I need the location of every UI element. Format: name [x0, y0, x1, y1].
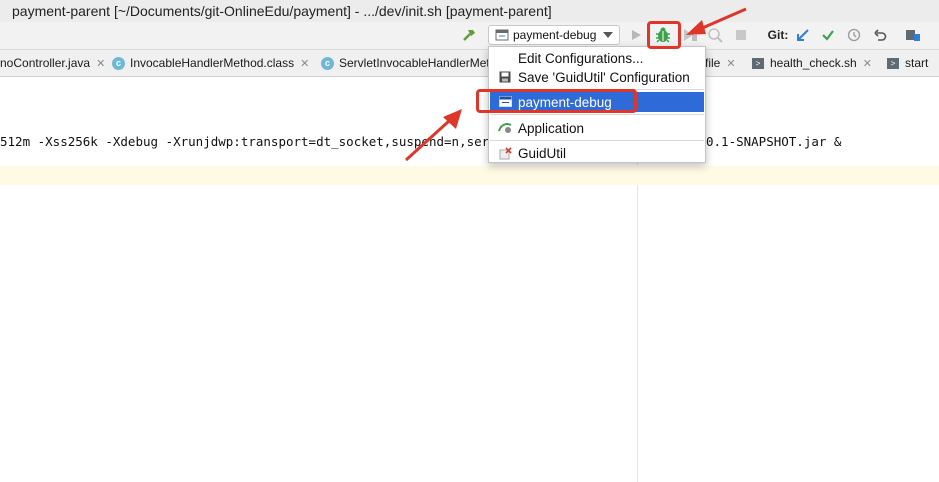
annotation-arrows: [404, 7, 747, 162]
arrow-to-debug: [686, 7, 747, 35]
arrow-to-payment-debug: [404, 109, 462, 162]
